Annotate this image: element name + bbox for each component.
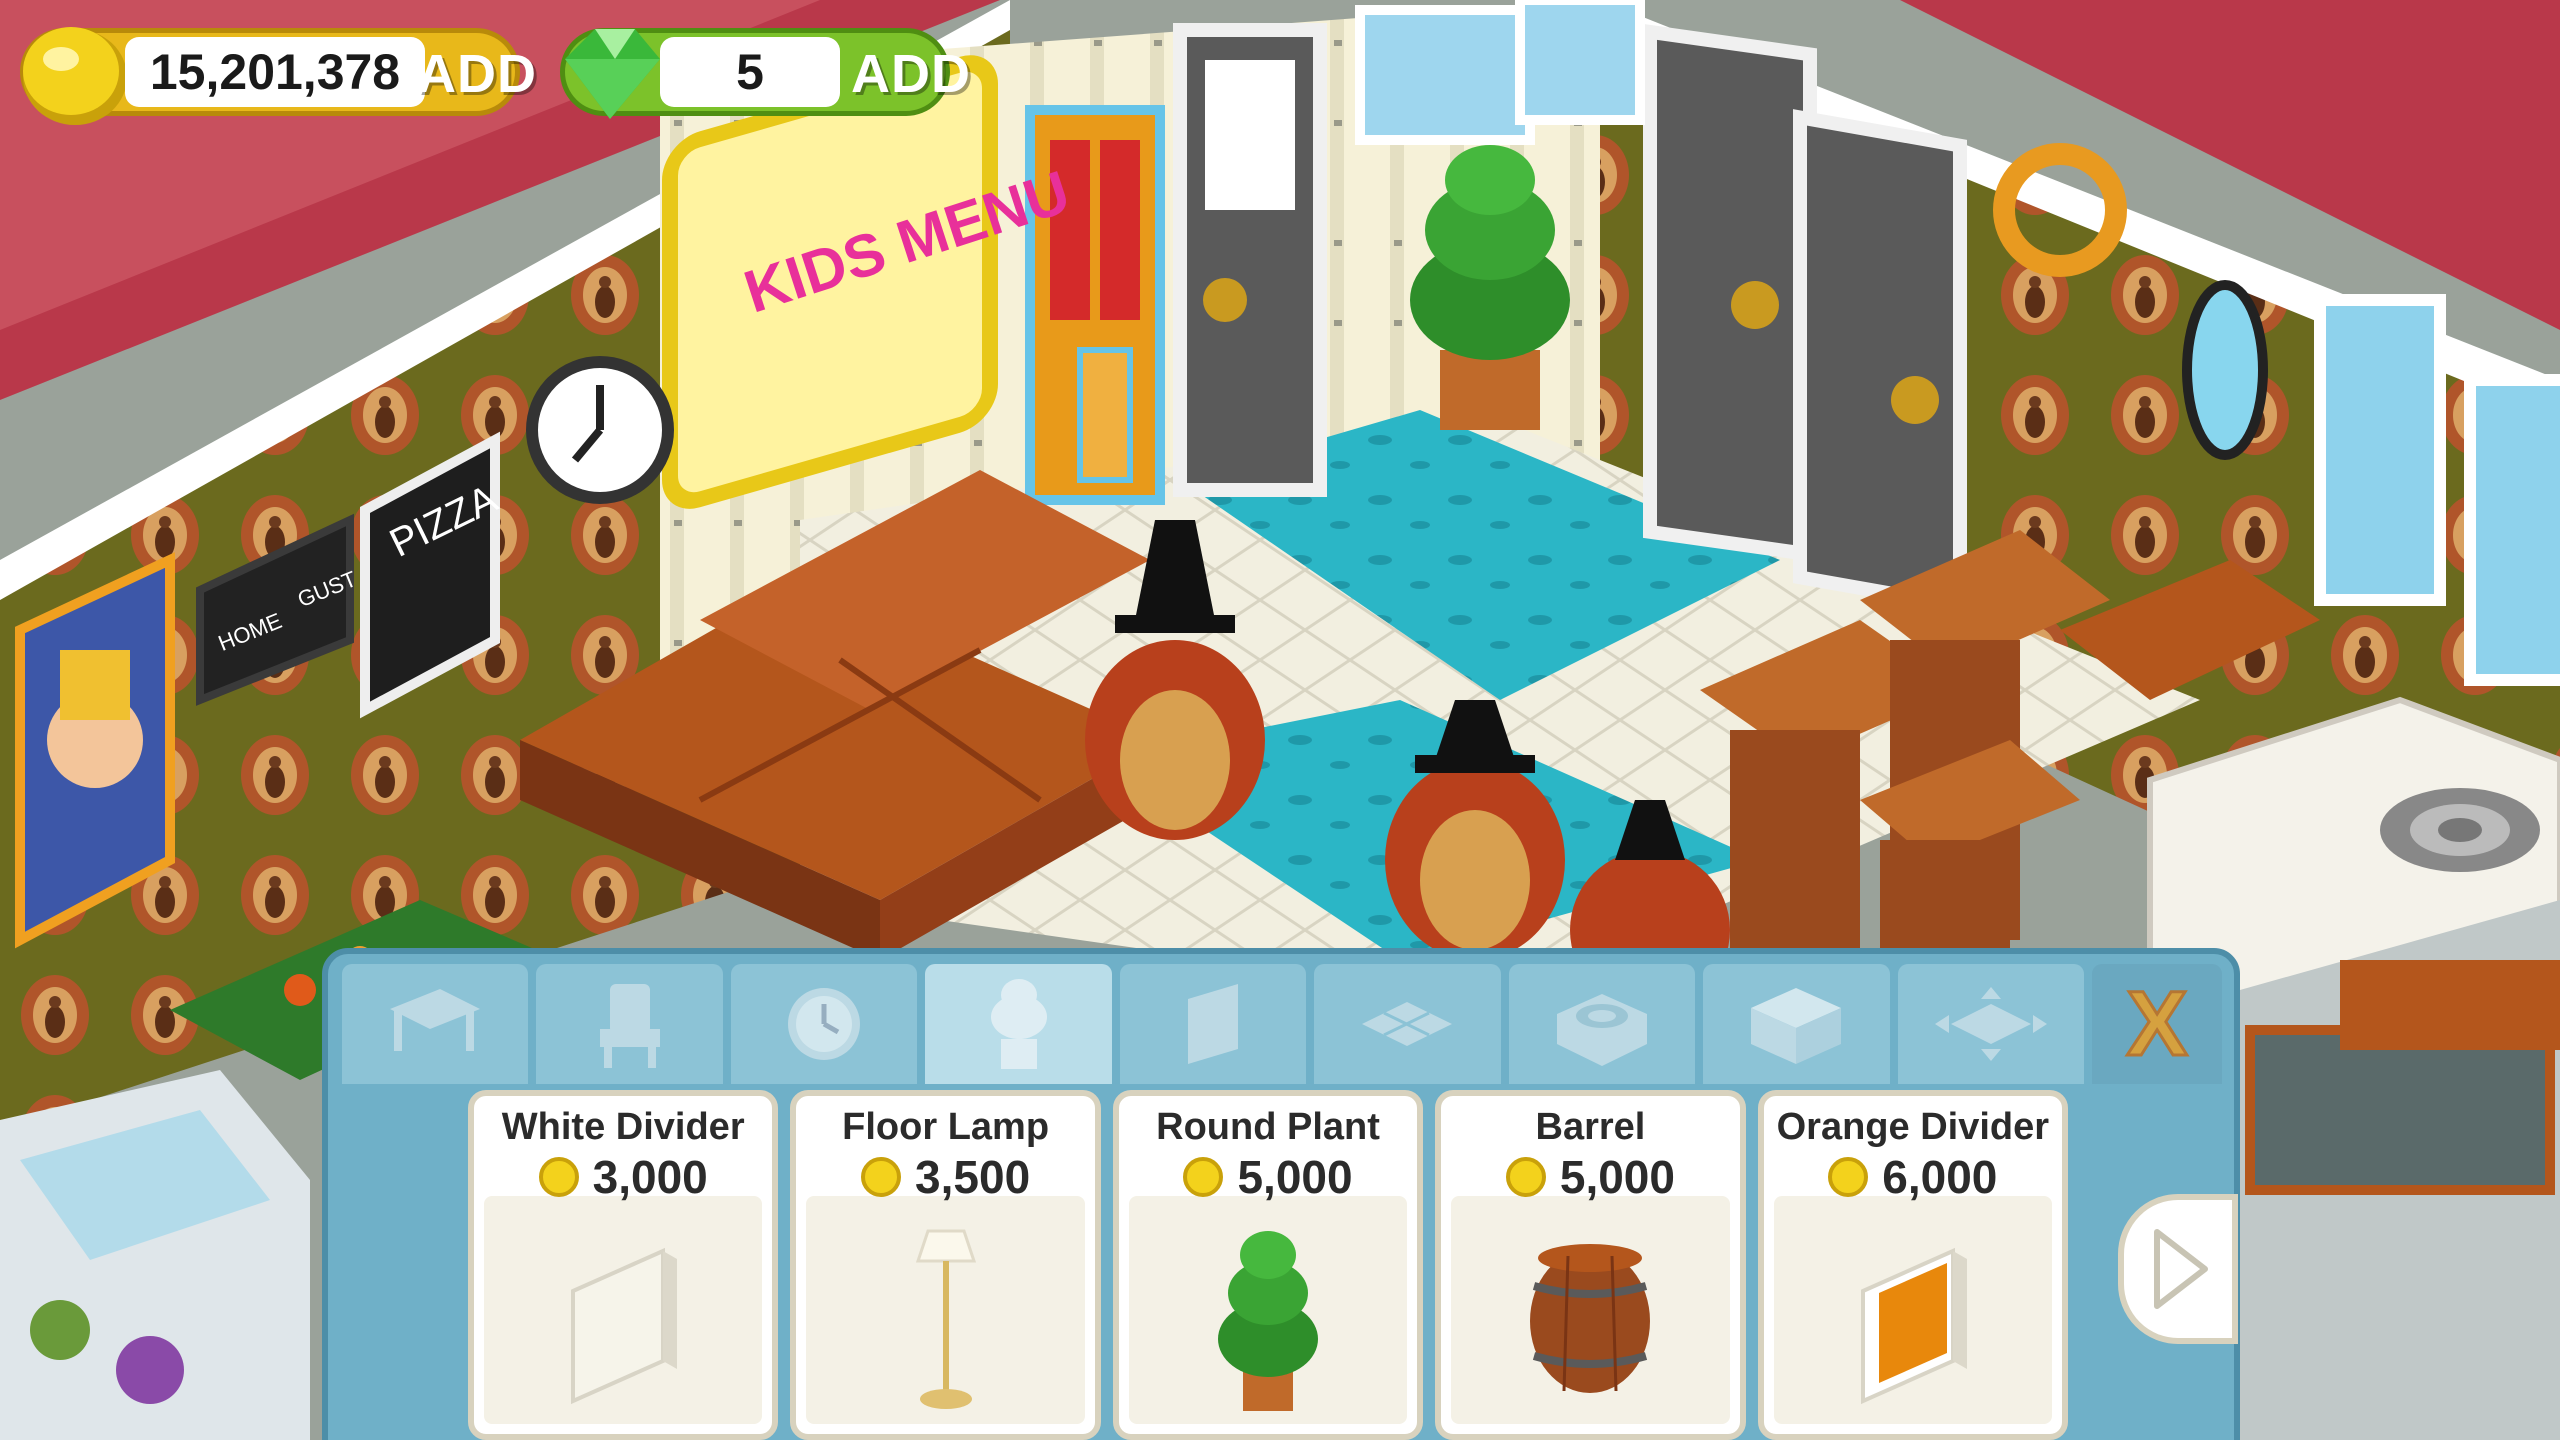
coin-icon: [1183, 1157, 1224, 1197]
add-gems-button[interactable]: ADD: [851, 43, 971, 105]
chevron-right-icon: [2154, 1229, 2208, 1309]
coin-balance: 15,201,378 ADD: [20, 27, 536, 125]
coin-icon: [538, 1157, 579, 1197]
white-divider-image: [474, 1216, 772, 1426]
stove-icon: [1556, 994, 1647, 1066]
gem-icon: [565, 29, 660, 119]
shop-item-round-plant[interactable]: Round Plant 5,000: [1112, 1090, 1424, 1440]
item-price: 5,000: [1441, 1150, 1739, 1204]
item-price-value: 3,000: [592, 1151, 708, 1203]
item-price: 5,000: [1119, 1150, 1417, 1204]
item-price-value: 5,000: [1237, 1151, 1353, 1203]
table-icon: [390, 989, 481, 1051]
floor-icon: [1362, 1002, 1453, 1046]
orange-divider-image: [1764, 1216, 2062, 1426]
item-name: Round Plant: [1156, 1106, 1380, 1148]
floor-lamp-image: [796, 1216, 1094, 1426]
coin-count: 15,201,378: [125, 37, 425, 107]
tab-wall-decor[interactable]: [730, 964, 918, 1084]
shop-item-floor-lamp[interactable]: Floor Lamp 3,500: [790, 1090, 1101, 1440]
coin-icon: [861, 1157, 902, 1197]
gem-balance: 5 ADD: [560, 28, 970, 119]
shop-item-barrel[interactable]: Barrel 5,000: [1435, 1090, 1746, 1440]
shop-items-list: White Divider 3,000 Floor Lamp 3,500 Rou…: [468, 1090, 2069, 1440]
close-label: X: [2126, 979, 2187, 1069]
item-name: Barrel: [1535, 1106, 1646, 1148]
counter-icon: [1751, 988, 1842, 1064]
item-name: Orange Divider: [1776, 1106, 2050, 1148]
tab-counters[interactable]: [1703, 964, 1890, 1084]
item-price-value: 3,500: [915, 1151, 1031, 1203]
next-page-button[interactable]: [2118, 1194, 2238, 1344]
close-button[interactable]: X: [2091, 964, 2222, 1084]
tab-stoves[interactable]: [1508, 964, 1696, 1084]
tab-plants[interactable]: [925, 964, 1112, 1084]
item-price: 3,000: [474, 1150, 772, 1204]
tab-tables[interactable]: [342, 964, 529, 1084]
close-icon: X: [2125, 979, 2189, 1069]
add-coins-button[interactable]: ADD: [417, 43, 537, 105]
decor-shop-panel: X White Divider 3,000 Floor Lamp 3,500 R…: [322, 948, 2240, 1440]
coin-icon: [1828, 1157, 1869, 1197]
coin-icon: [23, 27, 127, 125]
shop-category-tabs: X: [342, 964, 2222, 1094]
item-name: White Divider: [501, 1106, 745, 1148]
tab-expand[interactable]: [1897, 964, 2084, 1084]
item-price: 6,000: [1764, 1150, 2062, 1204]
expand-icon: [1934, 987, 2047, 1061]
item-price-value: 6,000: [1882, 1151, 1998, 1203]
barrel-image: [1441, 1216, 1739, 1426]
item-price: 3,500: [796, 1150, 1094, 1204]
item-price-value: 5,000: [1559, 1151, 1675, 1203]
clock-icon: [788, 988, 861, 1060]
plant-icon: [990, 979, 1047, 1069]
tab-chairs[interactable]: [536, 964, 723, 1084]
tab-walls[interactable]: [1119, 964, 1307, 1084]
item-name: Floor Lamp: [842, 1106, 1050, 1148]
shop-item-white-divider[interactable]: White Divider 3,000: [468, 1090, 779, 1440]
tab-floors[interactable]: [1314, 964, 1501, 1084]
coin-icon: [1505, 1157, 1546, 1197]
shop-item-orange-divider[interactable]: Orange Divider 6,000: [1757, 1090, 2069, 1440]
chair-icon: [599, 984, 660, 1068]
gem-count: 5: [660, 37, 840, 107]
round-plant-image: [1119, 1216, 1417, 1426]
wall-icon: [1187, 984, 1238, 1064]
